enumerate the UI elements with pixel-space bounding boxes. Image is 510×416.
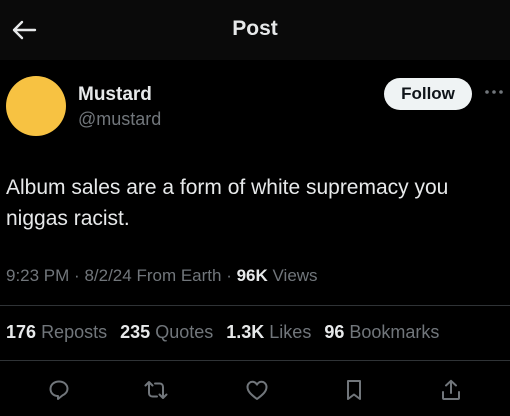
tweet-source: From Earth [136, 266, 221, 285]
views-label: Views [272, 266, 318, 285]
bookmark-button[interactable] [338, 374, 370, 406]
reposts-stat[interactable]: 176 Reposts [6, 322, 107, 342]
quotes-label: Quotes [155, 322, 214, 342]
top-bar: Post [0, 0, 510, 60]
reply-button[interactable] [43, 374, 75, 406]
page-title: Post [232, 17, 278, 40]
tweet-text: Album sales are a form of white supremac… [6, 176, 449, 230]
engagement-stats: 176 Reposts 235 Quotes 1.3K Likes 96 Boo… [6, 322, 447, 343]
quotes-count: 235 [120, 322, 151, 342]
tweet-meta: 9:23 PM · 8/2/24 From Earth · 96K Views [6, 266, 318, 286]
share-icon [439, 378, 463, 402]
reposts-count: 176 [6, 322, 37, 342]
divider [0, 360, 510, 361]
meta-separator: · [74, 266, 85, 285]
like-button[interactable] [241, 374, 273, 406]
bookmarks-stat[interactable]: 96 Bookmarks [324, 322, 439, 342]
author-handle[interactable]: @mustard [78, 109, 161, 130]
repost-icon [143, 378, 169, 402]
action-bar [0, 372, 510, 408]
bookmarks-count: 96 [324, 322, 345, 342]
meta-separator: · [226, 266, 237, 285]
more-horizontal-icon [484, 89, 504, 95]
repost-button[interactable] [140, 374, 172, 406]
bookmarks-label: Bookmarks [349, 322, 440, 342]
tweet-time[interactable]: 9:23 PM [6, 266, 69, 285]
bookmark-icon [344, 378, 364, 402]
divider [0, 305, 510, 306]
quotes-stat[interactable]: 235 Quotes [120, 322, 213, 342]
likes-stat[interactable]: 1.3K Likes [226, 322, 311, 342]
like-icon [245, 379, 269, 401]
share-button[interactable] [435, 374, 467, 406]
avatar[interactable] [6, 76, 66, 136]
follow-button[interactable]: Follow [384, 78, 472, 110]
author-display-name[interactable]: Mustard [78, 84, 152, 106]
tweet-date[interactable]: 8/2/24 [84, 266, 131, 285]
reply-icon [47, 378, 71, 402]
more-options-button[interactable] [481, 80, 507, 104]
tweet-source-text: From Earth [136, 266, 222, 285]
likes-label: Likes [269, 322, 312, 342]
reposts-label: Reposts [41, 322, 108, 342]
likes-count: 1.3K [226, 322, 265, 342]
views-count: 96K [236, 266, 268, 285]
